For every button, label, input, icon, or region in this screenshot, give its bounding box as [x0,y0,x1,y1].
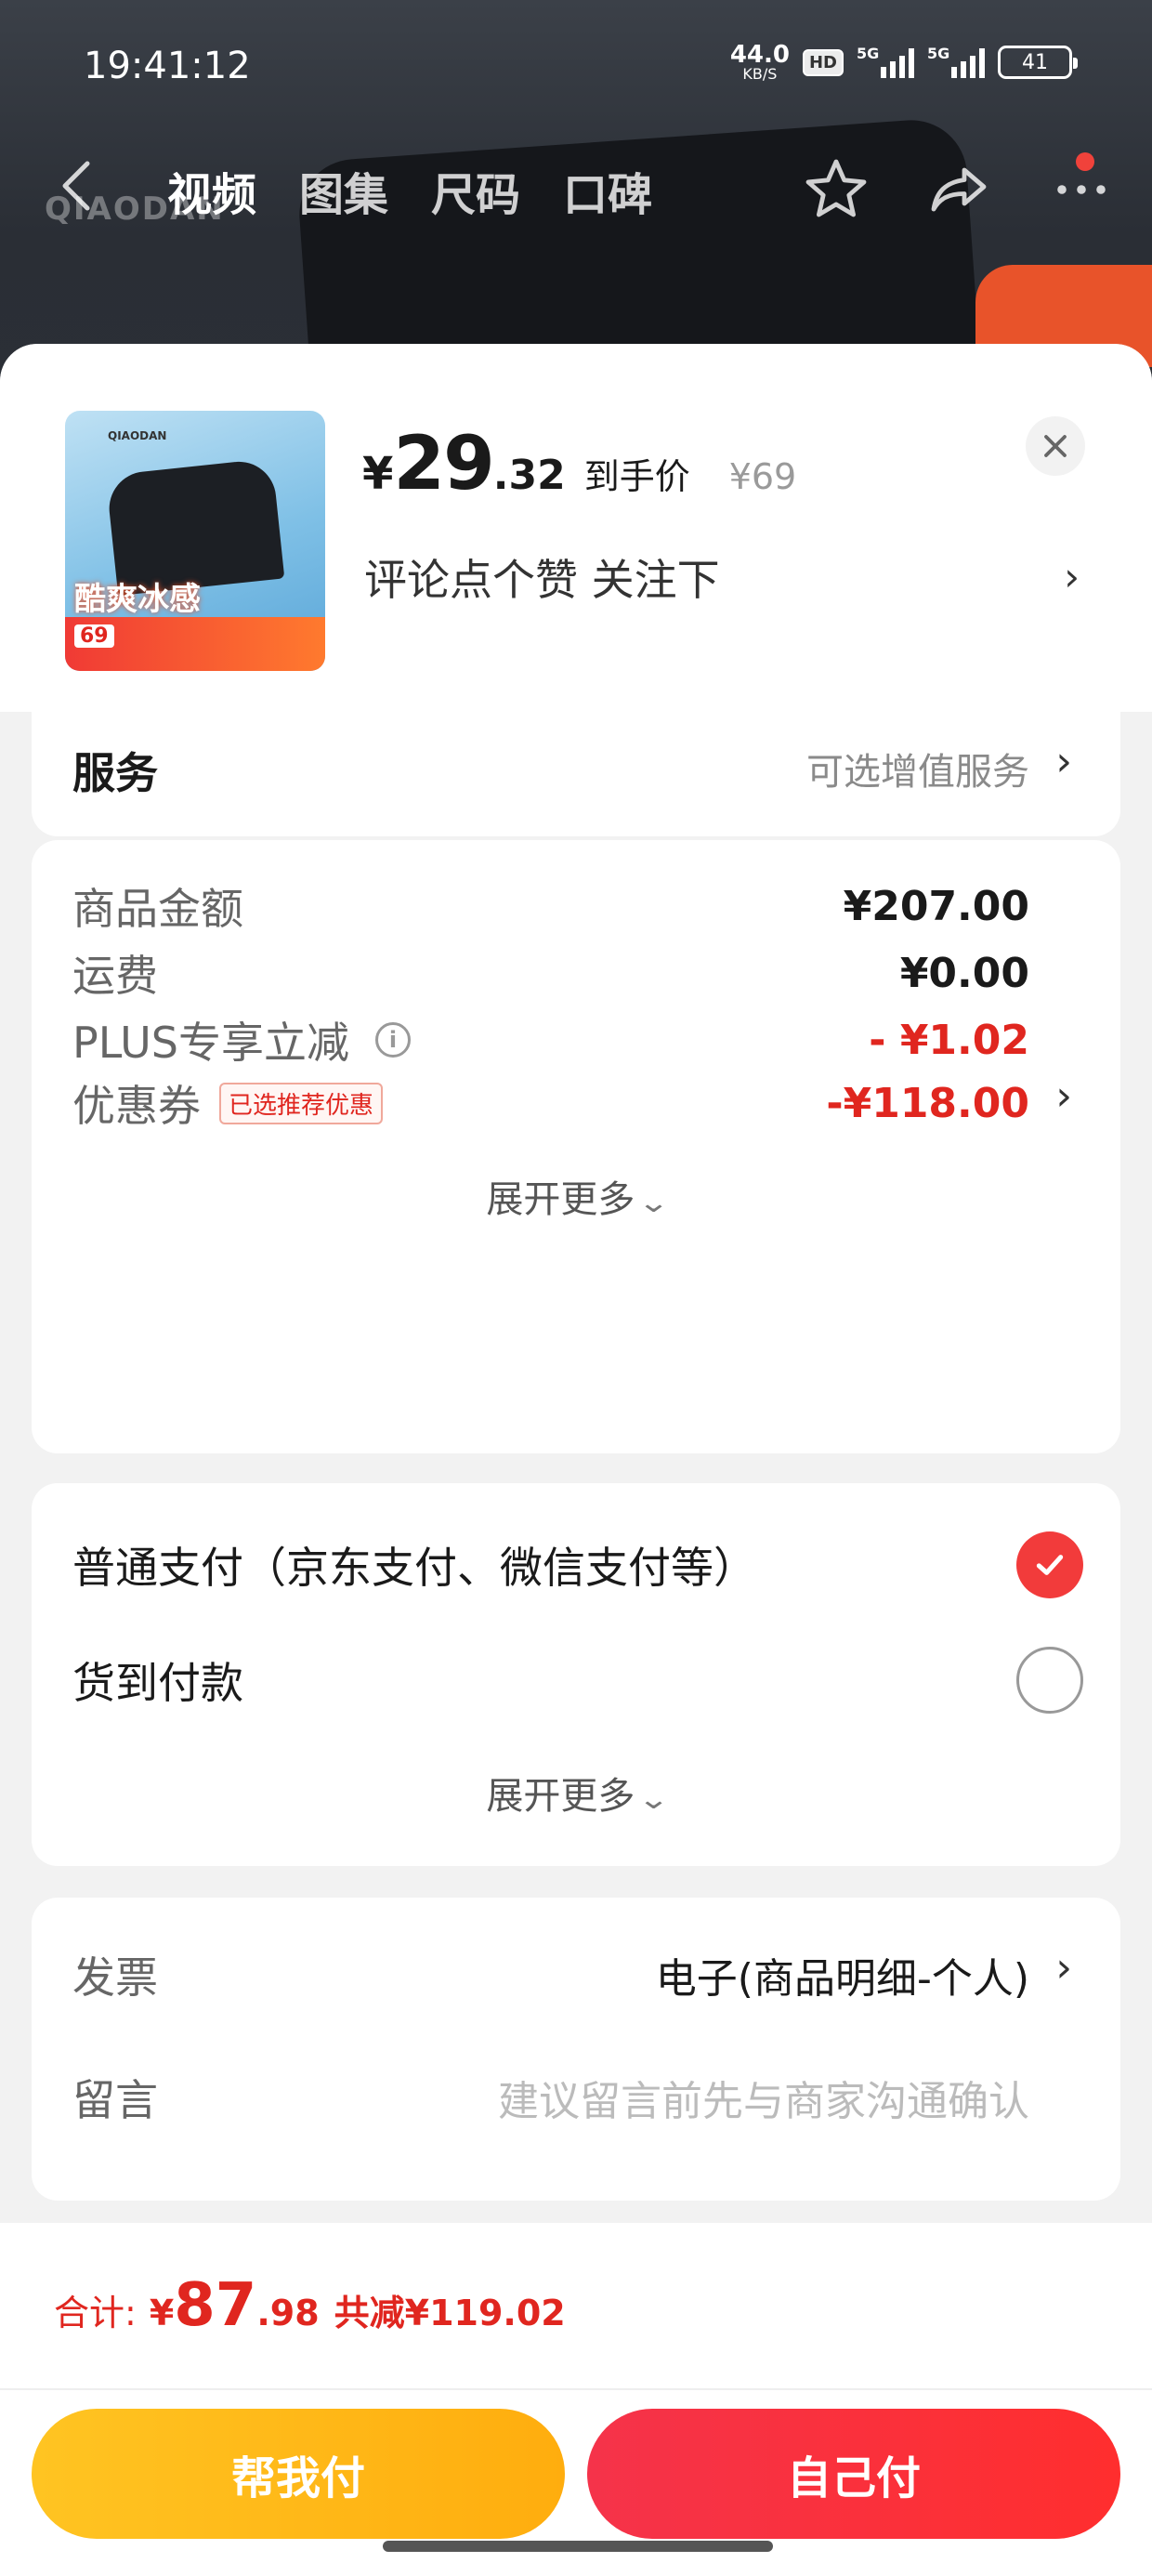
invoice-row[interactable]: 发票 电子(商品明细-个人) [72,1944,1029,2005]
message-input[interactable]: 建议留言前先与商家沟通确认 [498,2068,1029,2127]
chevron-right-icon[interactable]: › [1055,1944,1072,1991]
notification-dot [1076,152,1094,171]
chevron-down-icon: ⌄ [637,1783,671,1816]
product-thumbnail: QIAODAN 酷爽冰感 69 [65,411,325,671]
tab-size[interactable]: 尺码 [431,158,520,223]
final-price: ¥ 29 .32 到手价 ¥69 [362,420,797,506]
network-speed: 44.0 KB/S [729,41,790,83]
coupon-row[interactable]: 优惠券 已选推荐优惠 -¥118.00 [72,1072,1029,1134]
tab-video[interactable]: 视频 [167,158,256,223]
amount-card: 商品金额 ¥207.00 运费 ¥0.00 PLUS专享立减 i - ¥1.02… [32,840,1120,1453]
radio-unchecked-icon[interactable] [1016,1647,1083,1714]
expand-more-amount[interactable]: 展开更多⌄ [32,1169,1120,1223]
plus-discount-row: PLUS专享立减 i - ¥1.02 [72,1016,1029,1069]
expand-more-payment[interactable]: 展开更多⌄ [32,1766,1120,1820]
thumbnail-price: 69 [74,624,114,648]
service-value: 可选增值服务 [806,751,1029,794]
invoice-card: 发票 电子(商品明细-个人) › 留言 建议留言前先与商家沟通确认 [32,1898,1120,2201]
status-time: 19:41:12 [84,45,251,87]
signal-icon: 5G [857,45,914,78]
goods-amount-row: 商品金额 ¥207.00 [72,882,1029,935]
signal-icon: 5G [927,45,985,78]
product-tabs: 视频 图集 尺码 口碑 [167,158,652,223]
service-title: 服务 [72,748,158,798]
self-pay-button[interactable]: 自己付 [587,2409,1120,2539]
payment-option-cod[interactable]: 货到付款 [72,1647,1083,1714]
original-price: ¥69 [728,456,797,497]
hd-icon: HD [802,48,844,76]
home-indicator[interactable] [383,2541,773,2552]
chevron-right-icon: › [1055,738,1072,785]
chevron-down-icon: ⌄ [637,1187,671,1219]
chevron-right-icon[interactable]: › [1055,1072,1072,1120]
product-spec[interactable]: 评论点个赞 关注下 [364,546,720,608]
coupon-badge: 已选推荐优惠 [219,1082,384,1124]
star-icon[interactable] [803,156,870,223]
close-icon [1044,435,1067,457]
status-icons: 44.0 KB/S HD 5G 5G 41 [729,41,1078,83]
order-total: 合计: ¥ 87 .98 共减¥119.02 [54,2271,566,2340]
top-nav-actions [803,156,1115,223]
tab-reviews[interactable]: 口碑 [563,158,652,223]
radio-checked-icon[interactable] [1016,1531,1083,1598]
info-icon[interactable]: i [374,1022,411,1058]
share-icon[interactable] [925,156,992,223]
product-top-nav: 视频 图集 尺码 口碑 [0,139,1152,242]
checkout-sheet: QIAODAN 酷爽冰感 69 ¥ 29 .32 到手价 ¥69 评论点个赞 关… [0,344,1152,2576]
close-button[interactable] [1026,416,1085,476]
total-savings: 共减¥119.02 [334,2293,566,2333]
tab-gallery[interactable]: 图集 [299,158,388,223]
help-pay-button[interactable]: 帮我付 [32,2409,565,2539]
sheet-header: QIAODAN 酷爽冰感 69 ¥ 29 .32 到手价 ¥69 评论点个赞 关… [0,344,1152,712]
chevron-right-icon[interactable]: › [1064,554,1080,599]
battery-icon: 41 [998,46,1078,79]
price-label: 到手价 [583,456,690,497]
payment-option-normal[interactable]: 普通支付（京东支付、微信支付等） [72,1531,1083,1598]
status-bar: 19:41:12 44.0 KB/S HD 5G 5G 41 [0,0,1152,130]
back-arrow-icon[interactable] [58,158,95,214]
payment-card: 普通支付（京东支付、微信支付等） 货到付款 展开更多⌄ [32,1483,1120,1866]
checkout-bar: 合计: ¥ 87 .98 共减¥119.02 帮我付 自己付 [0,2223,1152,2576]
message-row: 留言 建议留言前先与商家沟通确认 [72,2067,1029,2128]
shipping-row: 运费 ¥0.00 [72,949,1029,1002]
